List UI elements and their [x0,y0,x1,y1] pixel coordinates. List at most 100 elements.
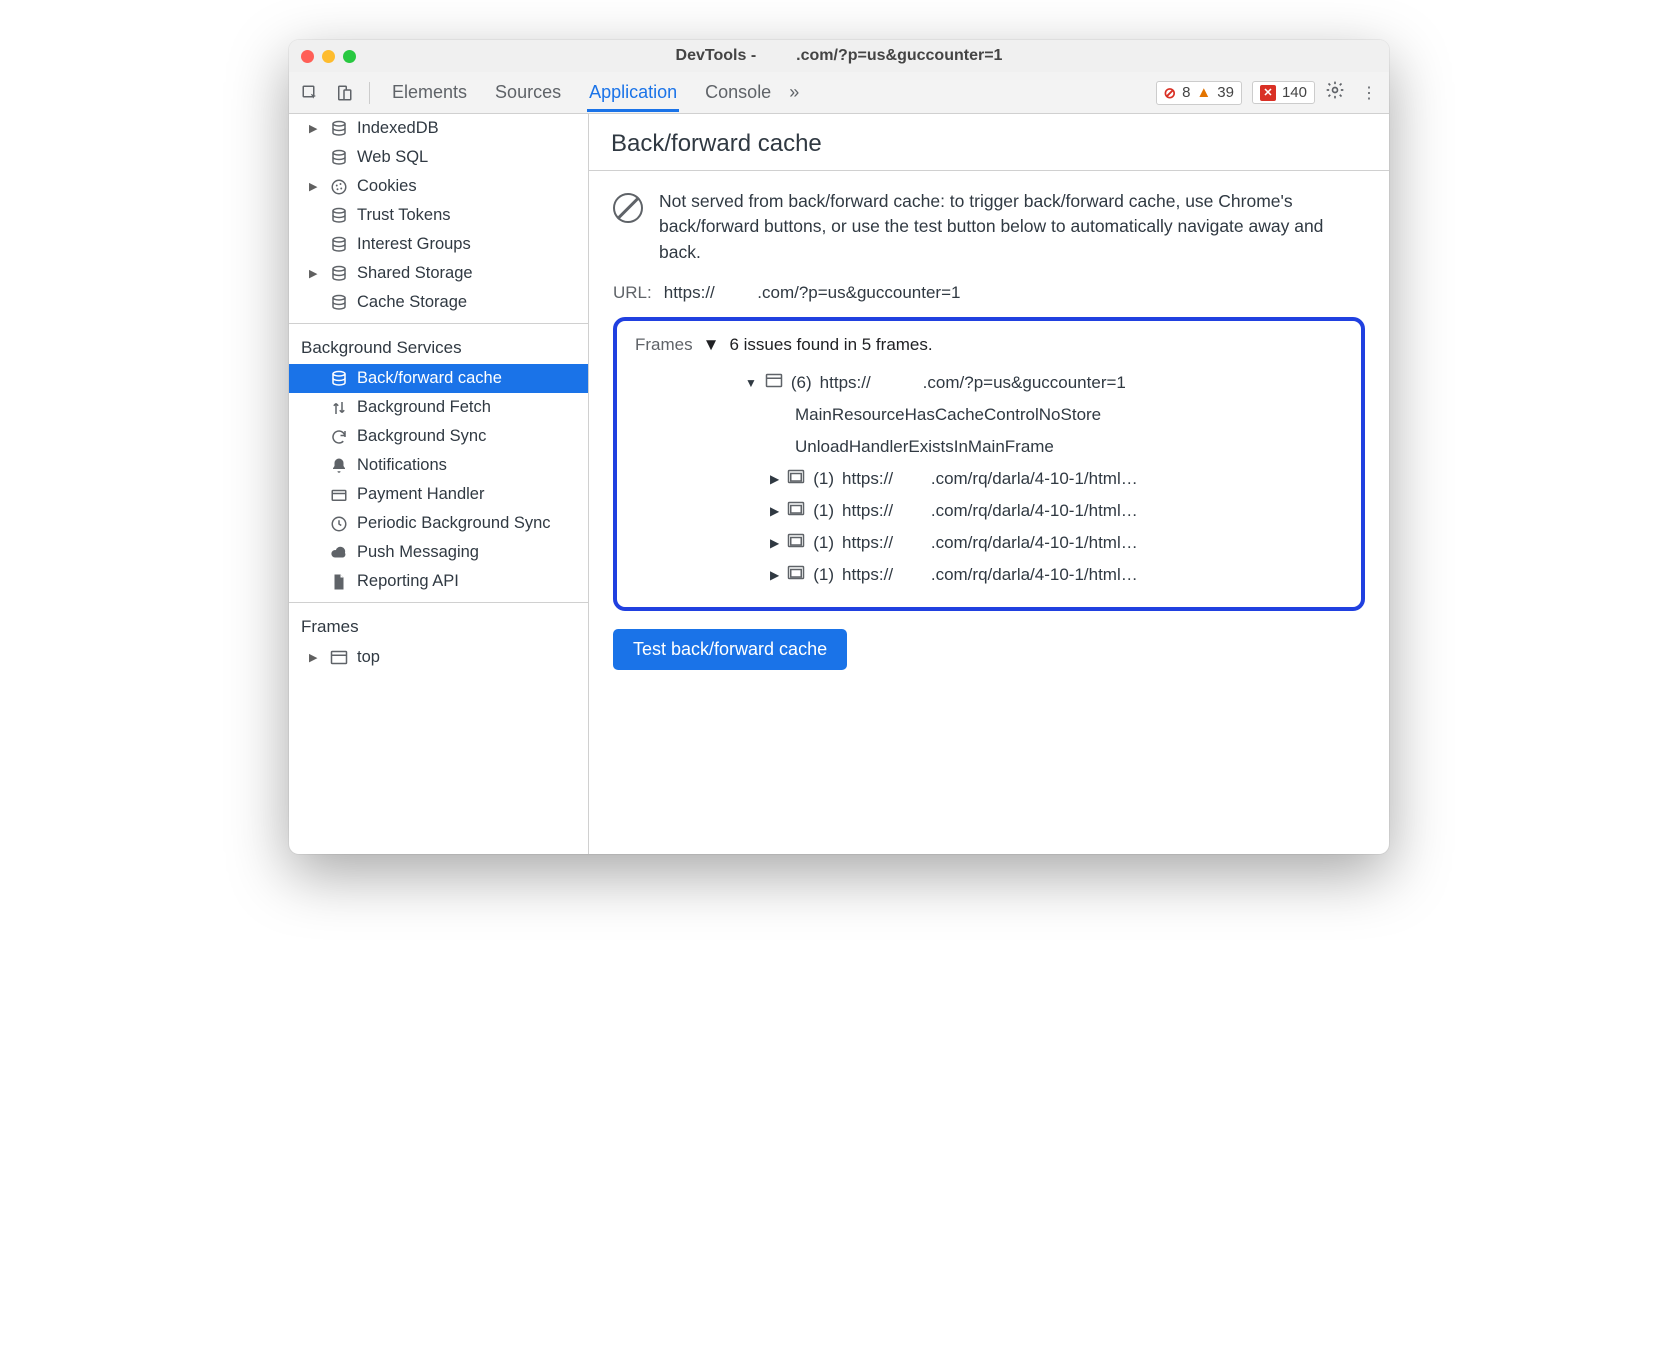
sidebar-item-label: Push Messaging [357,543,479,562]
url-row: URL: https:// .com/?p=us&guccounter=1 [613,283,1365,303]
sidebar-item-label: Payment Handler [357,485,484,504]
sidebar-item-label: Trust Tokens [357,206,451,225]
database-icon [329,265,349,283]
sidebar-item-label: top [357,648,380,667]
toolbar-divider [369,82,370,104]
reason-text: UnloadHandlerExistsInMainFrame [795,437,1054,457]
sidebar-item-websql[interactable]: Web SQL [289,143,588,172]
sidebar-item-notifications[interactable]: Notifications [289,451,588,480]
minimize-window-button[interactable] [322,50,335,63]
kebab-menu-icon[interactable]: ⋮ [1361,83,1377,103]
chevron-down-icon: ▼ [745,376,757,390]
frames-highlight-box: Frames ▼ 6 issues found in 5 frames. ▼ (… [613,317,1365,611]
frames-summary-text: 6 issues found in 5 frames. [729,335,932,355]
sidebar-item-payment[interactable]: Payment Handler [289,480,588,509]
sidebar-item-cookies[interactable]: ▶ Cookies [289,172,588,201]
sidebar-item-label: Cookies [357,177,417,196]
sidebar-item-cachestorage[interactable]: Cache Storage [289,288,588,317]
database-icon [329,149,349,167]
database-icon [329,294,349,312]
page-title: Back/forward cache [589,114,1389,171]
issues-badge[interactable]: ✕ 140 [1252,81,1315,104]
issues-icon: ✕ [1260,85,1276,101]
frames-label: Frames [635,335,693,355]
console-error-warning-badge[interactable]: ⊘ 8 ▲ 39 [1156,81,1242,105]
database-icon [329,120,349,138]
tab-sources[interactable]: Sources [493,74,563,112]
frame-row-child[interactable]: ▶ (1) https:// .com/rq/darla/4-10-1/html… [635,527,1343,559]
sidebar-item-label: IndexedDB [357,119,439,138]
info-text: Not served from back/forward cache: to t… [659,189,1365,265]
frame-reason-row[interactable]: MainResourceHasCacheControlNoStore [635,399,1343,431]
frame-reason-row[interactable]: UnloadHandlerExistsInMainFrame [635,431,1343,463]
device-toggle-icon[interactable] [329,78,359,108]
frame-count: (6) [791,373,812,393]
frame-url: https:// .com/rq/darla/4-10-1/html… [842,469,1138,489]
chevron-right-icon: ▶ [309,267,321,280]
sidebar-item-bgsync[interactable]: Background Sync [289,422,588,451]
sidebar-item-bfcache[interactable]: Back/forward cache [289,364,588,393]
cookie-icon [329,178,349,196]
frames-summary-row[interactable]: Frames ▼ 6 issues found in 5 frames. [635,335,1343,355]
sidebar-item-reporting[interactable]: Reporting API [289,567,588,596]
frames-tree: ▼ (6) https:// .com/?p=us&guccounter=1 M… [635,367,1343,591]
frame-row-child[interactable]: ▶ (1) https:// .com/rq/darla/4-10-1/html… [635,559,1343,591]
sidebar-item-indexeddb[interactable]: ▶ IndexedDB [289,114,588,143]
devtools-window: DevTools - .com/?p=us&guccounter=1 Eleme… [289,40,1389,854]
sidebar-item-trusttokens[interactable]: Trust Tokens [289,201,588,230]
inspect-element-icon[interactable] [295,78,325,108]
sidebar-item-label: Cache Storage [357,293,467,312]
card-icon [329,486,349,504]
warning-icon: ▲ [1196,84,1211,101]
main-panel: Back/forward cache Not served from back/… [589,114,1389,854]
window-title: DevTools - .com/?p=us&guccounter=1 [289,47,1389,65]
chevron-right-icon: ▶ [770,472,779,486]
sidebar-item-label: Interest Groups [357,235,471,254]
document-icon [329,573,349,591]
frame-url: https:// .com/rq/darla/4-10-1/html… [842,533,1138,553]
more-tabs-icon[interactable]: » [789,82,799,103]
test-bfcache-button[interactable]: Test back/forward cache [613,629,847,670]
frame-row-root[interactable]: ▼ (6) https:// .com/?p=us&guccounter=1 [635,367,1343,399]
chevron-right-icon: ▶ [770,568,779,582]
chevron-right-icon: ▶ [770,536,779,550]
sidebar-item-label: Reporting API [357,572,459,591]
chevron-right-icon: ▶ [770,504,779,518]
frame-count: (1) [813,469,834,489]
zoom-window-button[interactable] [343,50,356,63]
sidebar-item-sharedstorage[interactable]: ▶ Shared Storage [289,259,588,288]
main-toolbar: Elements Sources Application Console » ⊘… [289,72,1389,114]
frame-row-child[interactable]: ▶ (1) https:// .com/rq/darla/4-10-1/html… [635,463,1343,495]
clock-icon [329,515,349,533]
settings-gear-icon[interactable] [1325,80,1345,105]
sync-icon [329,428,349,446]
tab-application[interactable]: Application [587,74,679,112]
frame-row-child[interactable]: ▶ (1) https:// .com/rq/darla/4-10-1/html… [635,495,1343,527]
frame-window-icon [765,373,783,393]
info-row: Not served from back/forward cache: to t… [613,189,1365,265]
frame-count: (1) [813,565,834,585]
chevron-right-icon: ▶ [309,122,321,135]
reason-text: MainResourceHasCacheControlNoStore [795,405,1101,425]
sidebar-item-frame-top[interactable]: ▶ top [289,643,588,672]
error-icon: ⊘ [1164,84,1177,102]
sidebar-item-interestgroups[interactable]: Interest Groups [289,230,588,259]
tab-console[interactable]: Console [703,74,773,112]
sidebar-section-frames: Frames [289,609,588,643]
application-sidebar: ▶ IndexedDB Web SQL ▶ Cookies Trust Toke… [289,114,589,854]
frame-icon [329,650,349,665]
sidebar-item-push[interactable]: Push Messaging [289,538,588,567]
iframe-icon [787,565,805,585]
frame-count: (1) [813,533,834,553]
url-label: URL: [613,283,652,303]
frame-count: (1) [813,501,834,521]
tab-elements[interactable]: Elements [390,74,469,112]
sidebar-item-bgfetch[interactable]: Background Fetch [289,393,588,422]
panel-tabs: Elements Sources Application Console [390,74,773,112]
frame-url: https:// .com/rq/darla/4-10-1/html… [842,501,1138,521]
close-window-button[interactable] [301,50,314,63]
cloud-icon [329,544,349,562]
iframe-icon [787,469,805,489]
sidebar-item-periodicsync[interactable]: Periodic Background Sync [289,509,588,538]
database-icon [329,370,349,388]
